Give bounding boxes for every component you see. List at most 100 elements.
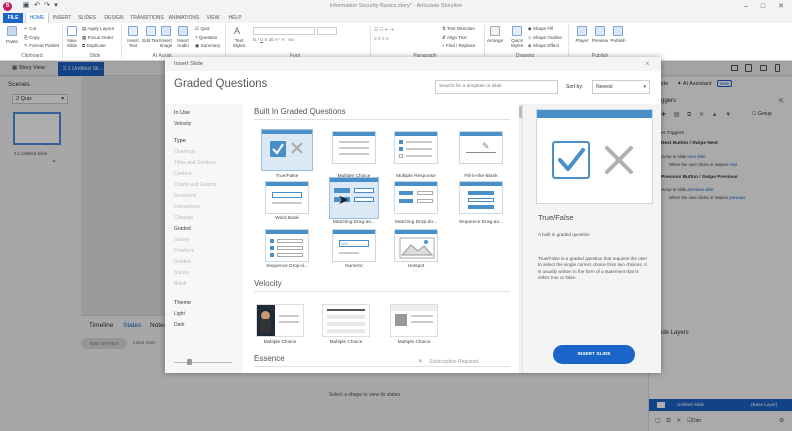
tab-file[interactable]: FILE	[3, 13, 23, 23]
insert-image-icon[interactable]	[161, 26, 171, 36]
tab-help[interactable]: HELP	[225, 13, 245, 23]
tile-sequence-drag-and-drop[interactable]	[459, 181, 503, 214]
edit-text-icon[interactable]	[146, 26, 156, 36]
shape-fill-button[interactable]: ◆ Shape Fill	[528, 26, 553, 32]
new-slide-label[interactable]: New Slide	[63, 38, 81, 48]
filter-closings[interactable]: Closings	[174, 215, 193, 221]
font-size-select[interactable]	[317, 27, 337, 35]
tile-velocity-mc-2[interactable]	[322, 304, 370, 337]
text-direction-button[interactable]: ⇅ Text Direction	[442, 26, 475, 32]
filter-graded-freeform[interactable]: Graded	[174, 259, 191, 265]
close-icon[interactable]: ✕	[775, 1, 787, 12]
slider-handle[interactable]	[187, 359, 192, 365]
publish-label[interactable]: Publish	[608, 38, 628, 43]
tile-sequence-drop-down[interactable]	[265, 229, 309, 262]
tile-matching-drag-and-drop[interactable]: ➤	[329, 177, 379, 219]
preview-icon[interactable]	[595, 26, 605, 36]
player-label[interactable]: Player	[572, 38, 592, 43]
filter-scenarios[interactable]: Scenarios	[174, 193, 196, 199]
filter-titles-sections[interactable]: Titles and Sections	[174, 160, 216, 166]
list-format-controls[interactable]: ☰ ☷ ⇤ ⇥	[374, 27, 394, 33]
dialog-close-icon[interactable]: ×	[645, 59, 650, 68]
insert-text-icon[interactable]	[128, 26, 138, 36]
mouse-cursor-icon: ➤	[338, 192, 349, 207]
filter-survey-freeform[interactable]: Survey	[174, 270, 190, 276]
quick-styles-label[interactable]: Quick Styles	[507, 38, 527, 48]
choice-line	[339, 153, 369, 155]
quick-styles-icon[interactable]	[512, 26, 522, 36]
choice-line	[411, 315, 433, 317]
tile-fill-in-the-blank[interactable]: ✎	[459, 131, 503, 164]
align-text-button[interactable]: ⇵ Align Text	[442, 35, 467, 41]
filter-freeform[interactable]: Freeform	[174, 248, 194, 254]
template-search-input[interactable]: Search for a template or slide	[435, 80, 558, 94]
tab-transitions[interactable]: TRANSITIONS	[129, 13, 165, 23]
new-slide-icon[interactable]	[67, 26, 77, 36]
copy-button[interactable]: ⎘ Copy	[24, 35, 40, 40]
tab-home[interactable]: HOME	[25, 13, 49, 23]
text-styles-icon[interactable]: A	[234, 26, 240, 36]
question-button[interactable]: ? Question	[195, 35, 217, 40]
player-icon[interactable]	[577, 26, 587, 36]
shape-effect-button[interactable]: ◈ Shape Effect	[528, 43, 559, 49]
insert-audio-icon[interactable]	[178, 26, 188, 36]
ribbon-divider	[225, 25, 226, 58]
tab-animations[interactable]: ANIMATIONS	[167, 13, 201, 23]
filter-light[interactable]: Light	[174, 311, 185, 317]
tab-slides[interactable]: SLIDES	[75, 13, 99, 23]
paste-icon[interactable]	[7, 26, 17, 36]
format-painter-button[interactable]: ✎ Format Painter	[24, 43, 60, 49]
text-styles-label[interactable]: Text Styles	[228, 38, 250, 48]
sequence-item	[468, 191, 494, 195]
tab-view[interactable]: VIEW	[203, 13, 223, 23]
maximize-icon[interactable]: □	[757, 1, 769, 12]
duplicate-button[interactable]: ⧉ Duplicate	[82, 43, 106, 48]
shape-outline-button[interactable]: ◇ Shape Outline	[528, 35, 562, 41]
choice-line	[327, 315, 365, 319]
filter-velocity[interactable]: Velocity	[174, 121, 191, 127]
tab-design[interactable]: DESIGN	[101, 13, 127, 23]
insert-audio-label[interactable]: Insert Audio	[174, 38, 192, 48]
insert-image-label[interactable]: Insert Image	[157, 38, 175, 48]
tile-multiple-response[interactable]	[394, 131, 438, 164]
tile-velocity-mc-1[interactable]	[256, 304, 304, 337]
paste-label[interactable]: Paste	[3, 39, 21, 44]
tile-velocity-mc-3[interactable]	[390, 304, 438, 337]
apply-layout-button[interactable]: ▤ Apply Layout	[82, 26, 114, 32]
filter-blank[interactable]: Blank	[174, 281, 187, 287]
tile-true-false[interactable]	[261, 129, 313, 171]
tab-insert[interactable]: INSERT	[51, 13, 73, 23]
filter-survey[interactable]: Survey	[174, 237, 190, 243]
focus-order-button[interactable]: ▦ Focus Order	[82, 35, 113, 41]
cut-button[interactable]: ✂ Cut	[24, 26, 36, 32]
match-target	[354, 197, 374, 202]
find-replace-button[interactable]: ⌕ Find / Replace	[442, 43, 475, 48]
insert-slide-button[interactable]: INSERT SLIDE	[553, 345, 635, 364]
filter-content[interactable]: Content	[174, 171, 192, 177]
font-family-select[interactable]	[253, 27, 315, 35]
tile-multiple-choice[interactable]	[332, 131, 376, 164]
font-format-controls[interactable]: B I U S ab A⁺ A⁻ Aa	[253, 37, 294, 43]
minimize-icon[interactable]: –	[740, 1, 752, 12]
insert-text-label[interactable]: Insert Text	[124, 38, 142, 48]
filter-charts-graphs[interactable]: Charts and Graphs	[174, 182, 216, 188]
alignment-controls[interactable]: ≡ ≡ ≡ ≡	[374, 36, 389, 41]
sort-by-select[interactable]: Newest	[592, 80, 650, 94]
publish-icon[interactable]	[613, 26, 623, 36]
filter-dark[interactable]: Dark	[174, 322, 185, 328]
tile-numeric[interactable]: 123	[332, 229, 376, 262]
tile-hotspot[interactable]	[394, 229, 438, 262]
thumbnail-size-slider[interactable]	[174, 362, 232, 363]
summary-button[interactable]: ▣ Summary	[195, 43, 220, 49]
true-false-preview-icon	[552, 141, 633, 179]
filter-graded[interactable]: Graded	[174, 226, 191, 232]
arrange-icon[interactable]	[490, 26, 500, 36]
filter-openings[interactable]: Openings	[174, 149, 195, 155]
quiz-button[interactable]: ☑ Quiz	[195, 26, 210, 32]
arrange-label[interactable]: Arrange	[485, 38, 505, 43]
preview-card	[536, 109, 653, 204]
filter-interactions[interactable]: Interactions	[174, 204, 200, 210]
tile-matching-drop-down[interactable]	[394, 181, 438, 214]
tile-word-bank[interactable]	[265, 181, 309, 214]
preview-label[interactable]: Preview	[590, 38, 610, 43]
